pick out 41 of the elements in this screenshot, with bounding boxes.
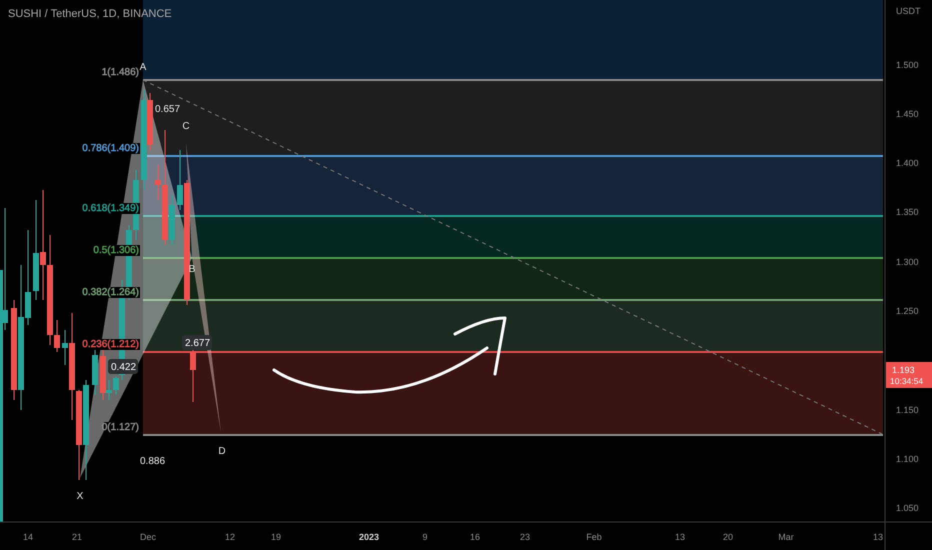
pattern-point-label: A	[140, 62, 146, 73]
last-price-badge: 1.193 10:34:54	[886, 362, 932, 388]
time-axis-label: 16	[470, 532, 480, 542]
pattern-point-label: D	[218, 446, 226, 457]
price-axis-label: 1.250	[896, 306, 919, 316]
time-axis-label: 13	[675, 532, 685, 542]
time-axis-label: Mar	[778, 532, 794, 542]
ratio-label: 0.886	[140, 456, 166, 467]
price-axis-label: 1.300	[896, 257, 919, 267]
time-axis-label: 21	[72, 532, 82, 542]
fib-level-label: 0.5(1.306)	[93, 245, 140, 256]
time-axis-label: Dec	[140, 532, 156, 542]
price-axis-label: 1.400	[896, 158, 919, 168]
currency-label: USDT	[896, 6, 920, 16]
time-axis-label: Feb	[586, 532, 602, 542]
fib-level-label: 0.382(1.264)	[82, 287, 140, 298]
time-axis-label: 23	[520, 532, 530, 542]
price-axis-label: 1.350	[896, 207, 919, 217]
time-axis-label: 13	[873, 532, 883, 542]
time-axis-label: 9	[422, 532, 428, 542]
fib-level-label: 0.618(1.349)	[82, 203, 140, 214]
price-axis-label: 1.500	[896, 60, 919, 70]
time-axis-label: 12	[225, 532, 235, 542]
ratio-label: 0.657	[155, 104, 180, 115]
chart-title: SUSHI / TetherUS, 1D, BINANCE	[8, 8, 172, 20]
price-axis-label: 1.050	[896, 503, 919, 513]
pattern-point-label: C	[182, 121, 190, 132]
time-axis-label: 2023	[358, 532, 380, 542]
time-axis-label: 14	[23, 532, 33, 542]
ratio-label: 0.422	[108, 359, 138, 374]
fib-level-label: 0.786(1.409)	[82, 143, 140, 154]
fib-level-label: 0.236(1.212)	[82, 339, 140, 350]
time-axis-label: 20	[723, 532, 733, 542]
candle	[190, 350, 196, 402]
pattern-point-label: X	[76, 491, 84, 502]
price-axis-label: 1.100	[896, 454, 919, 464]
ratio-label: 2.677	[182, 335, 212, 350]
price-axis-label: 1.150	[896, 405, 919, 415]
time-axis-label: 19	[271, 532, 281, 542]
price-axis-label: 1.450	[896, 109, 919, 119]
fib-level-label: 1(1.486)	[102, 67, 140, 78]
